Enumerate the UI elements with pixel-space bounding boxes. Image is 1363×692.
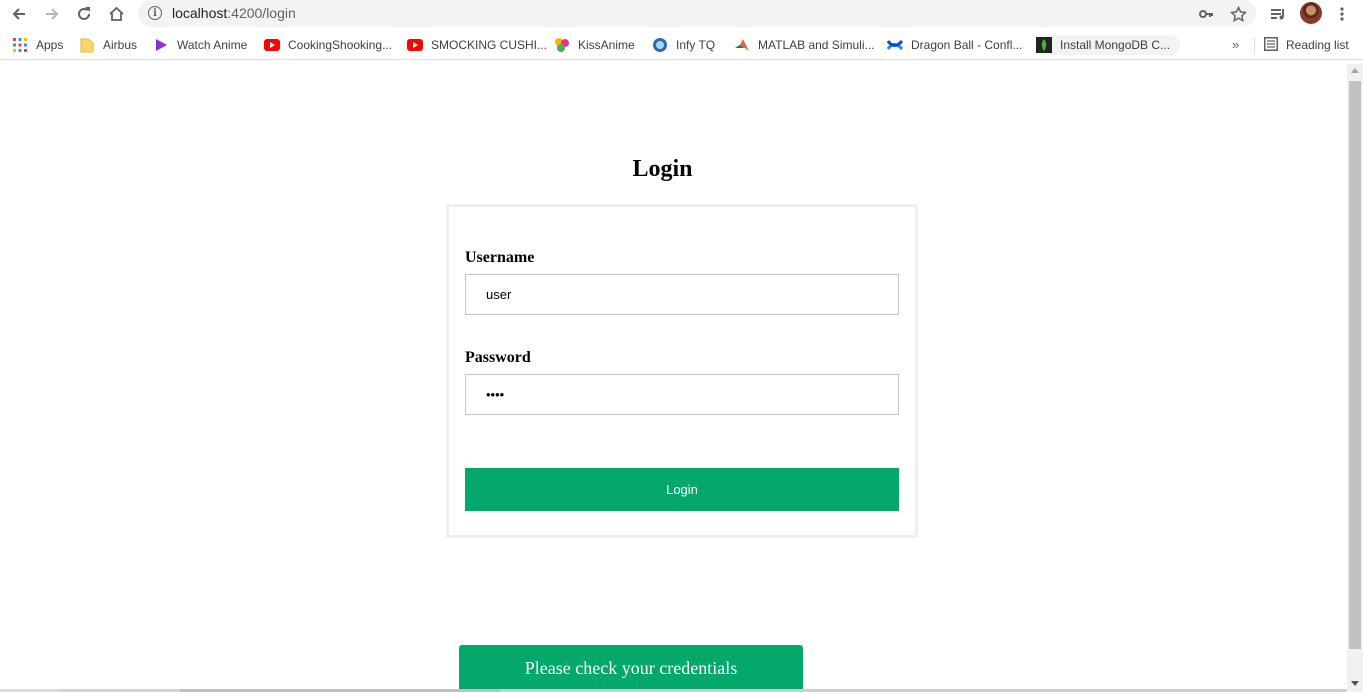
url-text[interactable]: localhost:4200/login — [172, 5, 296, 21]
site-info-icon[interactable]: i — [148, 6, 162, 20]
profile-avatar[interactable] — [1300, 2, 1322, 24]
address-bar[interactable]: i localhost:4200/login — [138, 0, 1256, 27]
youtube-icon — [407, 37, 423, 53]
home-icon — [108, 6, 124, 21]
bookmark-apps[interactable]: Apps — [12, 35, 63, 55]
folder-icon — [79, 37, 95, 53]
bookmark-star-icon[interactable] — [1228, 4, 1248, 24]
apps-grid-icon — [12, 37, 28, 53]
bookmarks-divider — [1254, 37, 1255, 54]
arrow-right-icon — [46, 8, 59, 20]
bookmark-infy-tq[interactable]: Infy TQ — [652, 35, 715, 55]
toast-message: Please check your credentials — [524, 658, 738, 678]
page-viewport: Login Username Password Login Please che… — [0, 64, 1347, 692]
bookmark-label: Watch Anime — [177, 38, 248, 52]
bookmark-label: CookingShooking... — [288, 38, 393, 52]
more-bookmarks-button[interactable]: » — [1232, 37, 1239, 52]
scroll-thumb[interactable] — [1349, 81, 1361, 649]
media-queue-icon[interactable] — [1267, 3, 1289, 25]
browser-toolbar: i localhost:4200/login — [0, 0, 1363, 29]
username-input[interactable] — [465, 274, 899, 315]
url-host: localhost — [172, 5, 228, 21]
reading-list-label: Reading list — [1286, 38, 1349, 52]
password-input[interactable] — [465, 374, 899, 415]
bookmark-cookingshooking[interactable]: CookingShooking... — [264, 35, 392, 55]
mongodb-icon — [1036, 37, 1052, 53]
infytq-icon — [652, 37, 668, 53]
bookmark-matlab[interactable]: MATLAB and Simuli... — [734, 35, 874, 55]
login-form-card: Username Password Login — [446, 204, 918, 538]
bookmark-label: Airbus — [103, 38, 138, 52]
home-button[interactable] — [105, 3, 127, 25]
forward-button[interactable] — [41, 3, 63, 25]
back-button[interactable] — [8, 3, 30, 25]
youtube-icon — [264, 37, 280, 53]
bookmark-kissanime[interactable]: KissAnime — [554, 35, 635, 55]
reading-list-icon — [1264, 36, 1278, 54]
bookmark-dragon-ball[interactable]: Dragon Ball - Confl... — [887, 35, 1022, 55]
arrow-left-icon — [12, 8, 25, 20]
bookmark-label: Apps — [36, 38, 64, 52]
kissanime-icon — [554, 37, 570, 53]
kebab-menu-icon[interactable] — [1331, 3, 1353, 25]
reading-list-button[interactable]: Reading list — [1264, 35, 1349, 55]
password-label: Password — [465, 349, 531, 366]
matlab-icon — [734, 37, 750, 53]
url-path: :4200/login — [227, 5, 296, 21]
bookmark-watch-anime[interactable]: Watch Anime — [153, 35, 247, 55]
bookmark-label: Dragon Ball - Confl... — [911, 38, 1023, 52]
scroll-down-arrow-icon[interactable] — [1351, 681, 1359, 686]
scroll-up-arrow-icon[interactable] — [1351, 68, 1359, 73]
bookmark-label: MATLAB and Simuli... — [758, 38, 875, 52]
error-toast: Please check your credentials — [459, 645, 803, 692]
bookmark-mongodb[interactable]: Install MongoDB C... — [1036, 35, 1181, 55]
play-icon — [153, 37, 169, 53]
page-scrollbar[interactable] — [1347, 64, 1363, 692]
username-label: Username — [465, 249, 535, 266]
bookmarks-bar: Apps Airbus Watch Anime CookingShooking.… — [0, 30, 1363, 60]
bookmark-label: SMOCKING CUSHI... — [431, 38, 548, 52]
reload-button[interactable] — [73, 3, 95, 25]
page-title: Login — [632, 156, 693, 182]
bookmark-label: Infy TQ — [676, 38, 716, 52]
reload-icon — [78, 7, 90, 20]
bookmark-smocking-cushion[interactable]: SMOCKING CUSHI... — [407, 35, 547, 55]
password-key-icon[interactable] — [1196, 4, 1216, 24]
login-button[interactable]: Login — [465, 468, 899, 511]
bookmark-label: KissAnime — [578, 38, 635, 52]
bookmark-label: Install MongoDB C... — [1060, 38, 1171, 52]
confluence-icon — [887, 37, 903, 53]
bookmark-airbus[interactable]: Airbus — [79, 35, 137, 55]
